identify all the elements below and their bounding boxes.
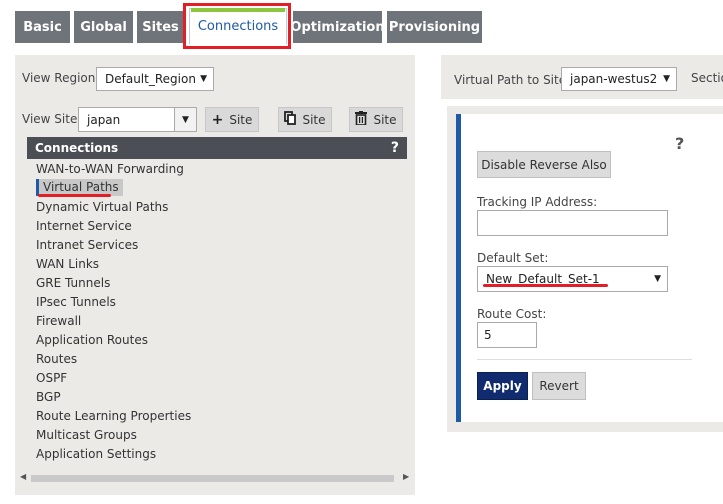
default-set-red-underline — [483, 284, 608, 287]
virtual-path-select[interactable]: japan-westus2 ▼ — [561, 67, 677, 91]
default-set-label: Default Set: — [477, 251, 549, 265]
tab-provisioning[interactable]: Provisioning — [387, 11, 482, 43]
tab-sites[interactable]: Sites — [137, 11, 184, 43]
selection-red-underline — [38, 194, 111, 197]
tab-optimization[interactable]: Optimization — [290, 11, 385, 43]
apply-button[interactable]: Apply — [477, 372, 528, 400]
menu-item-ipsec-tunnels[interactable]: IPsec Tunnels — [36, 295, 116, 309]
view-site-combo[interactable]: japan ▼ — [78, 107, 197, 132]
menu-item-routes[interactable]: Routes — [36, 352, 77, 366]
menu-item-intranet-services[interactable]: Intranet Services — [36, 238, 138, 252]
add-site-button[interactable]: + Site — [205, 107, 259, 132]
connections-title: Connections — [35, 141, 119, 155]
menu-item-internet-service[interactable]: Internet Service — [36, 219, 132, 233]
default-set-select[interactable]: New_Default_Set-1 ▼ — [477, 266, 668, 292]
menu-item-dynamic-virtual-paths[interactable]: Dynamic Virtual Paths — [36, 200, 168, 214]
view-region-value: Default_Region — [105, 72, 196, 86]
tab-basic[interactable]: Basic — [15, 11, 70, 43]
route-cost-input[interactable]: 5 — [477, 322, 537, 348]
menu-item-multicast-groups[interactable]: Multicast Groups — [36, 428, 137, 442]
menu-item-route-learning-properties[interactable]: Route Learning Properties — [36, 409, 191, 423]
connections-header: Connections ? — [27, 137, 407, 159]
view-site-value: japan — [87, 112, 121, 127]
copy-icon — [284, 110, 297, 129]
horizontal-scrollbar[interactable]: ◀ ▶ — [15, 471, 415, 486]
chevron-down-icon[interactable]: ▼ — [174, 108, 196, 131]
plus-icon: + — [211, 111, 224, 128]
delete-site-button[interactable]: Site — [349, 107, 403, 132]
virtual-path-value: japan-westus2 — [570, 72, 658, 86]
disable-reverse-button[interactable]: Disable Reverse Also — [477, 151, 611, 178]
trash-icon — [355, 110, 368, 129]
menu-item-gre-tunnels[interactable]: GRE Tunnels — [36, 276, 110, 290]
delete-site-label: Site — [373, 112, 397, 127]
scrollbar-thumb[interactable] — [31, 475, 394, 482]
chevron-down-icon: ▼ — [663, 74, 670, 84]
menu-item-wan-links[interactable]: WAN Links — [36, 257, 99, 271]
divider — [477, 359, 692, 360]
clone-site-label: Site — [302, 112, 326, 127]
tab-highlight-box — [183, 3, 291, 49]
scroll-left-icon[interactable]: ◀ — [20, 472, 26, 481]
tracking-ip-input[interactable] — [477, 210, 668, 236]
virtual-path-label: Virtual Path to Site: — [454, 73, 571, 87]
help-icon[interactable]: ? — [391, 140, 399, 156]
section-label: Sectio — [691, 71, 723, 85]
revert-button[interactable]: Revert — [532, 372, 586, 400]
view-site-label: View Site: — [22, 112, 82, 126]
chevron-down-icon: ▼ — [200, 74, 207, 84]
tab-global[interactable]: Global — [74, 11, 133, 43]
scroll-right-icon[interactable]: ▶ — [403, 472, 409, 481]
help-icon[interactable]: ? — [675, 134, 684, 153]
view-region-select[interactable]: Default_Region ▼ — [96, 67, 214, 91]
menu-item-application-routes[interactable]: Application Routes — [36, 333, 148, 347]
clone-site-button[interactable]: Site — [278, 107, 332, 132]
view-region-label: View Region: — [22, 71, 100, 85]
menu-item-application-settings[interactable]: Application Settings — [36, 447, 156, 461]
tracking-ip-label: Tracking IP Address: — [477, 195, 598, 209]
menu-item-firewall[interactable]: Firewall — [36, 314, 81, 328]
add-site-label: Site — [229, 112, 253, 127]
menu-item-ospf[interactable]: OSPF — [36, 371, 67, 385]
route-cost-label: Route Cost: — [477, 307, 547, 321]
menu-item-bgp[interactable]: BGP — [36, 390, 61, 404]
chevron-down-icon: ▼ — [654, 274, 661, 284]
menu-item-wan-to-wan-forwarding[interactable]: WAN-to-WAN Forwarding — [36, 162, 184, 176]
